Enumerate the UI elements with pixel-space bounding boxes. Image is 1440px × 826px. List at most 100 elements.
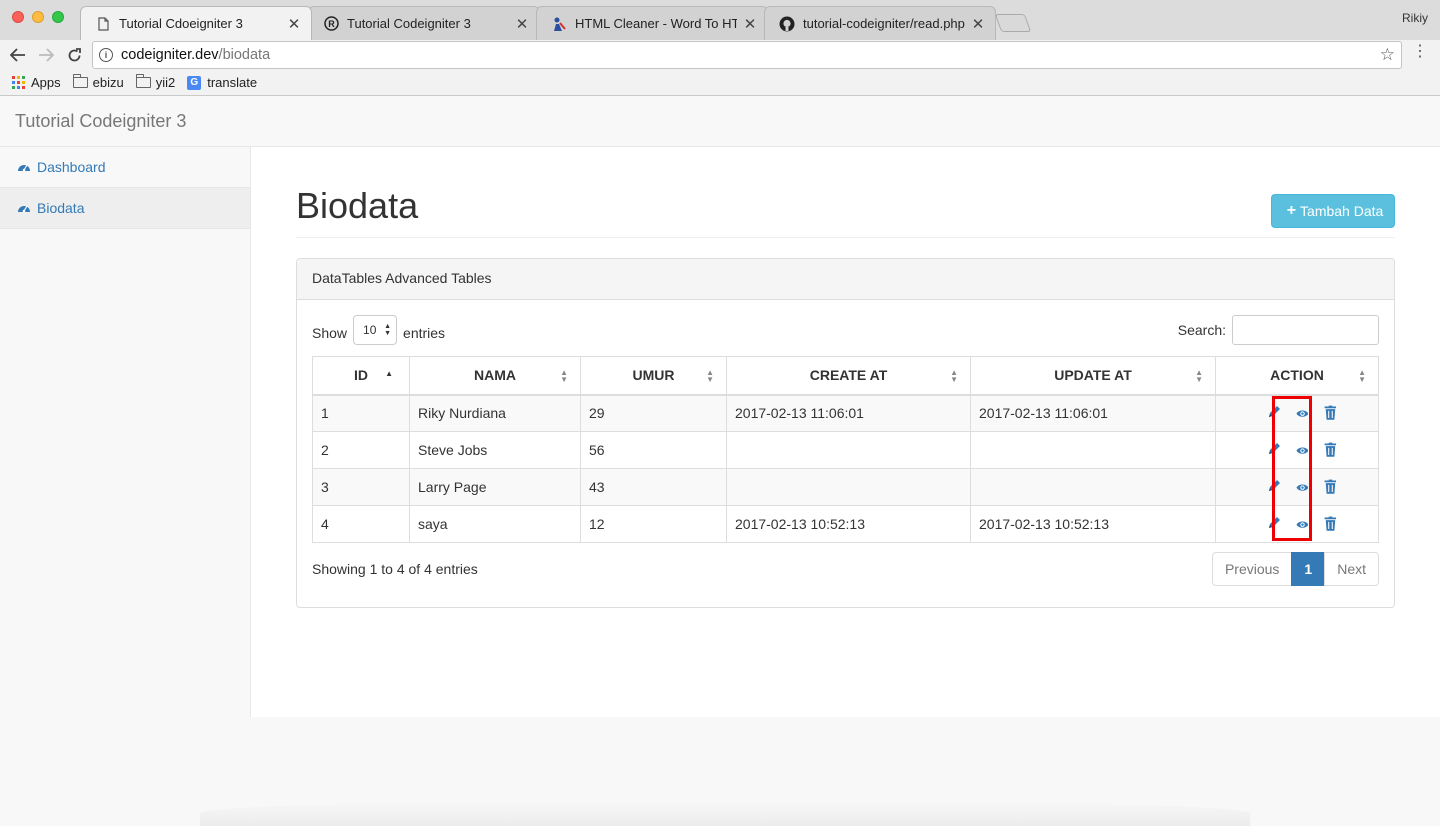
profile-name[interactable]: Rikiy [1402, 11, 1428, 25]
google-translate-icon: G [187, 75, 202, 90]
tab-title: HTML Cleaner - Word To HTM [575, 16, 737, 31]
browser-menu-icon[interactable]: ⋮ [1412, 44, 1428, 60]
table-row: 3 Larry Page 43 [312, 468, 1379, 506]
view-column-highlight [1272, 396, 1312, 541]
trash-icon[interactable] [1324, 479, 1337, 494]
entries-per-page-select[interactable]: 10 ▲ ▼ [353, 315, 398, 345]
bookmark-ebizu[interactable]: ebizu [72, 74, 124, 90]
folder-icon [135, 74, 151, 88]
registered-icon: R [323, 16, 339, 32]
biodata-table: ID ▲ NAMA ▲ ▼ UMUR ▲ ▼ CREATE AT ▲ ▼ UPDATE AT ▲… [312, 356, 1379, 543]
column-header-id[interactable]: ID ▲ [312, 356, 410, 396]
sort-icon: ▲ ▼ [706, 368, 714, 384]
tab-title: Tutorial Codeigniter 3 [347, 16, 471, 31]
next-page-button[interactable]: Next [1324, 552, 1379, 586]
window-shadow [200, 800, 1250, 826]
new-tab-button[interactable] [994, 14, 1032, 32]
length-suffix: entries [403, 325, 446, 341]
cell-nama: Riky Nurdiana [409, 394, 581, 432]
cell-update-at [970, 468, 1216, 506]
column-label: UPDATE AT [1054, 367, 1132, 384]
bookmark-label: Apps [31, 75, 61, 90]
cell-create-at [726, 431, 971, 469]
add-data-label: Tambah Data [1300, 203, 1384, 219]
column-label: ACTION [1270, 367, 1324, 384]
bookmark-translate[interactable]: G translate [187, 75, 257, 90]
trash-icon[interactable] [1324, 442, 1337, 457]
sidebar-item-biodata[interactable]: Biodata [0, 188, 250, 229]
column-header-nama[interactable]: NAMA ▲ ▼ [409, 356, 581, 396]
sort-icon: ▲ ▼ [1195, 368, 1203, 384]
tab-close-icon[interactable]: ✕ [743, 15, 757, 33]
address-bar[interactable]: i codeigniter.dev/biodata ☆ [92, 41, 1402, 69]
column-header-action[interactable]: ACTION ▲ ▼ [1215, 356, 1379, 396]
sort-icon: ▲ ▼ [950, 368, 958, 384]
browser-toolbar: i codeigniter.dev/biodata ☆ [0, 40, 1440, 70]
browser-tab-3[interactable]: HTML Cleaner - Word To HTM ✕ [536, 6, 768, 40]
cell-update-at: 2017-02-13 11:06:01 [970, 394, 1216, 432]
table-row: 1 Riky Nurdiana 29 2017-02-13 11:06:01 2017-… [312, 394, 1379, 432]
sort-icon: ▲ ▼ [1358, 368, 1366, 384]
cell-id: 3 [312, 468, 410, 506]
column-label: UMUR [632, 367, 675, 384]
folder-icon [72, 74, 88, 88]
browser-tab-strip: Tutorial Cdoeigniter 3 ✕ R Tutorial Code… [0, 0, 1440, 40]
cell-umur: 56 [580, 431, 727, 469]
forward-arrow-icon[interactable] [34, 43, 58, 67]
minimize-window-button[interactable] [32, 11, 44, 23]
bookmark-yii2[interactable]: yii2 [135, 74, 176, 90]
add-data-button[interactable]: plus+ Tambah Data [1271, 194, 1395, 228]
github-icon [779, 16, 795, 32]
previous-page-button[interactable]: Previous [1211, 552, 1293, 586]
table-header-row: ID ▲ NAMA ▲ ▼ UMUR ▲ ▼ CREATE AT ▲ ▼ UPDATE AT ▲… [312, 356, 1379, 396]
maximize-window-button[interactable] [52, 11, 64, 23]
bookmark-star-icon[interactable]: ☆ [1380, 45, 1395, 65]
column-label: ID [354, 367, 368, 384]
datatable-panel: DataTables Advanced Tables Show 10 ▲ ▼ en… [296, 258, 1395, 608]
column-header-create-at[interactable]: CREATE AT ▲ ▼ [726, 356, 971, 396]
dashboard-gauge-icon [18, 205, 30, 213]
bookmark-label: yii2 [155, 75, 176, 90]
table-info: Showing 1 to 4 of 4 entries [312, 561, 478, 577]
app-brand[interactable]: Tutorial Codeigniter 3 [15, 111, 186, 132]
table-body: 1 Riky Nurdiana 29 2017-02-13 11:06:01 2017-… [312, 394, 1379, 543]
sort-icon: ▲ ▼ [560, 368, 568, 384]
bookmark-label: translate [207, 75, 258, 90]
trash-icon[interactable] [1324, 516, 1337, 531]
column-header-update-at[interactable]: UPDATE AT ▲ ▼ [970, 356, 1216, 396]
trash-icon[interactable] [1324, 405, 1337, 421]
page-icon [95, 16, 111, 32]
cell-umur: 29 [580, 394, 727, 432]
back-arrow-icon[interactable] [6, 43, 30, 67]
bookmarks-bar: Apps ebizu yii2 G translate [0, 70, 1440, 96]
select-arrows-icon: ▲ ▼ [384, 323, 392, 337]
sidebar-item-dashboard[interactable]: Dashboard [0, 147, 250, 188]
browser-tab-2[interactable]: R Tutorial Codeigniter 3 ✕ [308, 6, 540, 40]
url-host: codeigniter.dev [121, 47, 219, 63]
dashboard-gauge-icon [18, 164, 30, 172]
bookmark-apps[interactable]: Apps [12, 75, 61, 90]
main-content: Biodata plus+ Tambah Data DataTables Adv… [251, 147, 1440, 717]
cell-umur: 43 [580, 468, 727, 506]
tab-close-icon[interactable]: ✕ [287, 15, 301, 33]
tab-close-icon[interactable]: ✕ [971, 15, 985, 33]
cell-nama: saya [409, 505, 581, 543]
column-header-umur[interactable]: UMUR ▲ ▼ [580, 356, 727, 396]
column-label: NAMA [474, 367, 516, 384]
html-cleaner-icon [551, 16, 567, 32]
info-icon[interactable]: i [99, 48, 113, 62]
entries-per-page-value: 10 [363, 323, 377, 337]
browser-tab-1[interactable]: Tutorial Cdoeigniter 3 ✕ [80, 6, 312, 40]
search-input[interactable] [1232, 315, 1379, 345]
table-row: 4 saya 12 2017-02-13 10:52:13 2017-02-13 10:… [312, 505, 1379, 543]
column-label: CREATE AT [809, 367, 888, 384]
reload-icon[interactable] [62, 43, 86, 67]
cell-create-at [726, 468, 971, 506]
tab-close-icon[interactable]: ✕ [515, 15, 529, 33]
page-1-button[interactable]: 1 [1291, 552, 1326, 586]
cell-create-at: 2017-02-13 11:06:01 [726, 394, 971, 432]
close-window-button[interactable] [12, 11, 24, 23]
cell-update-at: 2017-02-13 10:52:13 [970, 505, 1216, 543]
datatable-controls: Show 10 ▲ ▼ entries Search: [312, 315, 1379, 345]
browser-tab-4[interactable]: tutorial-codeigniter/read.php a ✕ [764, 6, 996, 40]
